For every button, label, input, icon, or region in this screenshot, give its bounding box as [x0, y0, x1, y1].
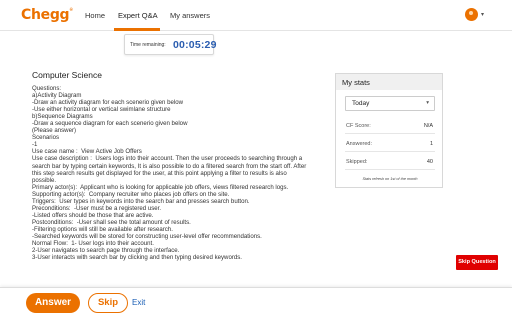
chegg-logo[interactable]: Chegg® [21, 7, 73, 23]
stats-title: My stats [336, 74, 442, 90]
stats-panel: My stats Today ▾ CF Score: N/A Answered: 1… [335, 73, 443, 188]
top-header: Chegg® Home Expert Q&A My answers ▾ [0, 0, 512, 31]
stat-row-skipped: Skipped: 40 [345, 154, 435, 170]
chevron-down-icon[interactable]: ▾ [481, 11, 484, 18]
question-body: Questions: a)Activity Diagram -Draw an a… [32, 85, 307, 262]
stat-row-answered: Answered: 1 [345, 136, 435, 152]
stats-period-select[interactable]: Today ▾ [345, 96, 435, 111]
nav-my-answers[interactable]: My answers [170, 11, 210, 20]
exit-link[interactable]: Exit [132, 298, 145, 307]
question-subject: Computer Science [32, 70, 102, 80]
answer-button[interactable]: Answer [26, 293, 80, 313]
question-panel: Computer Science Questions: a)Activity D… [32, 70, 322, 261]
action-footer: Answer Skip Exit [0, 287, 512, 320]
skip-question-button[interactable]: Skip Question [456, 255, 498, 270]
skip-button[interactable]: Skip [88, 293, 128, 313]
stat-row-cf-score: CF Score: N/A [345, 118, 435, 134]
stats-refresh-note: Stats refresh on 1st of the month [362, 177, 418, 181]
chevron-down-icon: ▾ [426, 100, 429, 106]
timer-value: 00:05:29 [173, 39, 217, 51]
user-avatar-icon[interactable] [465, 8, 478, 21]
nav-home[interactable]: Home [85, 11, 105, 20]
timer-box: Time remaining: 00:05:29 [124, 34, 217, 55]
timer-label: Time remaining: [130, 42, 166, 48]
nav-expert-qa[interactable]: Expert Q&A [118, 11, 158, 20]
nav-active-indicator [114, 28, 160, 31]
